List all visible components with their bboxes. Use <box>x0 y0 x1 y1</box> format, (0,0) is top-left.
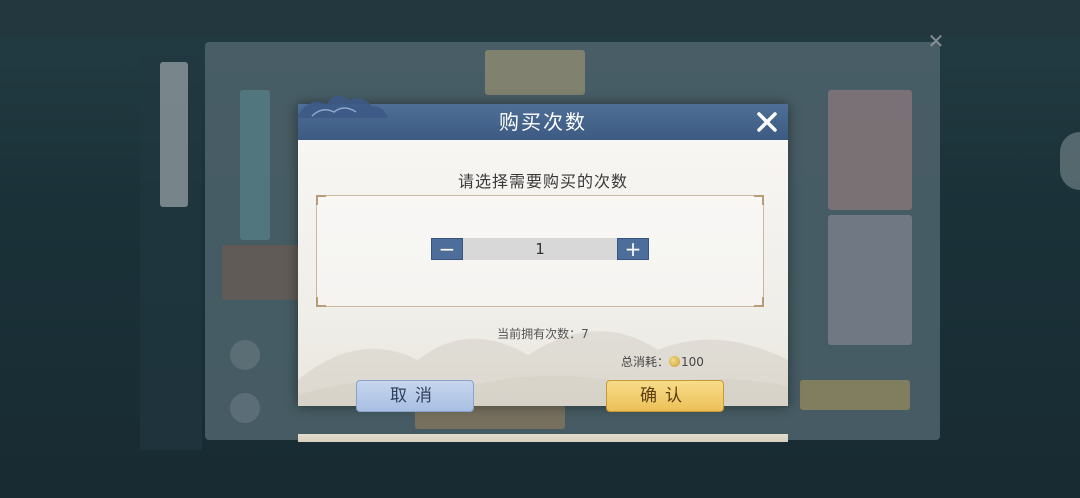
dialog-title: 购买次数 <box>499 110 587 134</box>
cancel-button[interactable]: 取消 <box>356 380 474 412</box>
frame-corner <box>316 195 326 205</box>
dialog-header: 购买次数 <box>297 95 788 140</box>
owned-count-text: 当前拥有次数：7 <box>497 327 589 341</box>
quantity-stepper: − 1 + <box>431 238 651 260</box>
dialog-footer-band <box>298 434 788 442</box>
coin-icon <box>669 356 681 367</box>
quantity-field[interactable]: 1 <box>463 238 617 260</box>
increase-button[interactable]: + <box>617 238 649 260</box>
dialog-body: 请选择需要购买的次数 当前拥有次数：7 总消耗： 100 取消 确认 <box>298 140 788 442</box>
frame-corner <box>754 195 764 205</box>
close-icon[interactable] <box>753 108 781 136</box>
confirm-button[interactable]: 确认 <box>606 380 724 412</box>
frame-corner <box>316 297 326 307</box>
cost-label: 总消耗： <box>621 355 670 369</box>
cost-value: 100 <box>681 355 704 369</box>
total-cost: 总消耗： 100 <box>621 353 704 370</box>
decrease-button[interactable]: − <box>431 238 463 260</box>
select-count-prompt: 请选择需要购买的次数 <box>457 172 628 191</box>
frame-corner <box>754 297 764 307</box>
game-scene: ✕ 购买次数 请选择需要购买的次数 当前拥有次数：7 总消耗： 100 取消 确… <box>0 0 1080 498</box>
